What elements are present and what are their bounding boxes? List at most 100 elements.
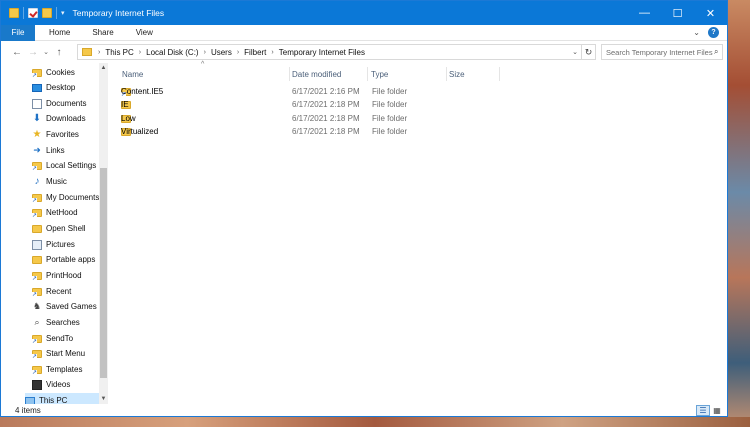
sidebar-item-label: This PC <box>39 396 68 404</box>
sidebar-item-label: Templates <box>46 365 83 374</box>
table-row[interactable]: Low 6/17/2021 2:18 PM File folder <box>121 112 461 125</box>
breadcrumb-current-folder[interactable]: Temporary Internet Files <box>279 48 365 57</box>
shortcut-folder-icon <box>32 271 42 282</box>
column-divider[interactable] <box>289 67 290 81</box>
sidebar-item-portable-apps[interactable]: Portable apps <box>32 252 100 267</box>
sidebar-scroll-thumb[interactable] <box>100 168 107 378</box>
window-title: Temporary Internet Files <box>72 8 165 18</box>
expand-ribbon-icon[interactable]: ⌄ <box>693 28 700 37</box>
search-icon[interactable]: ⌕ <box>714 47 718 57</box>
sidebar-item-music[interactable]: ♪ Music <box>32 174 100 189</box>
sidebar-item-favorites[interactable]: ★ Favorites <box>32 127 100 142</box>
file-date: 6/17/2021 2:16 PM <box>292 87 360 96</box>
tab-share[interactable]: Share <box>81 25 124 41</box>
table-row[interactable]: Virtualized 6/17/2021 2:18 PM File folde… <box>121 125 461 138</box>
breadcrumb-this-pc[interactable]: This PC <box>105 48 133 57</box>
new-folder-icon[interactable] <box>42 8 52 18</box>
desktop-icon <box>32 83 42 92</box>
details-view-icon[interactable]: ☰ <box>696 405 710 416</box>
sidebar-item-open-shell[interactable]: Open Shell <box>32 221 100 236</box>
qa-separator <box>56 7 57 19</box>
search-box[interactable]: ⌕ <box>601 44 723 60</box>
column-header-date[interactable]: Date modified <box>292 67 341 81</box>
scroll-up-icon[interactable]: ▲ <box>99 63 108 73</box>
column-divider[interactable] <box>446 67 447 81</box>
folder-icon <box>9 8 19 18</box>
sidebar-item-cookies[interactable]: Cookies <box>32 65 100 80</box>
address-folder-icon <box>82 48 92 56</box>
breadcrumb-users[interactable]: Users <box>211 48 232 57</box>
chevron-right-icon[interactable]: › <box>98 49 100 56</box>
sidebar-item-my-documents[interactable]: My Documents <box>32 190 100 205</box>
sidebar-item-desktop[interactable]: Desktop <box>32 80 100 95</box>
sidebar-item-label: Documents <box>46 99 87 108</box>
minimize-button[interactable]: — <box>628 1 661 25</box>
column-header-type[interactable]: Type <box>371 67 388 81</box>
table-row[interactable]: IE 6/17/2021 2:18 PM File folder <box>121 98 461 111</box>
help-icon[interactable]: ? <box>708 27 719 38</box>
sidebar-item-links[interactable]: ➜ Links <box>32 143 100 158</box>
tab-file[interactable]: File <box>1 24 35 41</box>
search-icon: ⌕ <box>34 317 40 327</box>
address-dropdown-icon[interactable]: ⌄ <box>572 48 578 56</box>
desktop-background-bottom <box>0 417 750 427</box>
breadcrumb-local-disk[interactable]: Local Disk (C:) <box>146 48 198 57</box>
shortcut-folder-icon <box>32 287 42 298</box>
refresh-icon[interactable]: ↻ <box>582 44 596 60</box>
sidebar-item-nethood[interactable]: NetHood <box>32 205 100 220</box>
sidebar-item-printhood[interactable]: PrintHood <box>32 268 100 283</box>
breadcrumb-filbert[interactable]: Filbert <box>244 48 266 57</box>
large-icons-view-icon[interactable]: ▦ <box>710 405 724 416</box>
sidebar-item-label: NetHood <box>46 208 78 217</box>
chevron-right-icon[interactable]: › <box>204 49 206 56</box>
close-button[interactable]: ✕ <box>694 1 727 25</box>
recent-locations-chevron-icon[interactable]: ⌄ <box>41 43 51 61</box>
title-bar: ▾ Temporary Internet Files — ☐ ✕ <box>1 1 727 25</box>
customize-toolbar-icon[interactable]: ▾ <box>61 9 65 17</box>
file-name: Content.IE5 <box>121 87 164 96</box>
sidebar-item-downloads[interactable]: ⬇ Downloads <box>32 111 100 126</box>
sidebar-item-label: PrintHood <box>46 271 82 280</box>
forward-arrow-icon[interactable]: → <box>25 43 41 61</box>
search-input[interactable] <box>606 47 714 57</box>
column-divider[interactable] <box>499 67 500 81</box>
chevron-right-icon[interactable]: › <box>237 49 239 56</box>
table-row[interactable]: Content.IE5 6/17/2021 2:16 PM File folde… <box>121 85 461 98</box>
shortcut-folder-icon <box>32 68 42 79</box>
sidebar-item-recent[interactable]: Recent <box>32 284 100 299</box>
chevron-right-icon[interactable]: › <box>271 49 273 56</box>
sidebar-item-label: SendTo <box>46 334 74 343</box>
column-header-name[interactable]: Name <box>122 67 143 81</box>
properties-icon[interactable] <box>28 8 38 18</box>
sidebar-item-label: Cookies <box>46 68 75 77</box>
sidebar-item-sendto[interactable]: SendTo <box>32 331 100 346</box>
sidebar-item-local-settings[interactable]: Local Settings <box>32 158 100 173</box>
sidebar-item-start-menu[interactable]: Start Menu <box>32 346 100 361</box>
scroll-down-icon[interactable]: ▼ <box>99 394 108 404</box>
sidebar-item-searches[interactable]: ⌕ Searches <box>32 315 100 330</box>
column-header-size[interactable]: Size <box>449 67 465 81</box>
chevron-right-icon[interactable]: › <box>139 49 141 56</box>
sidebar-item-label: Pictures <box>46 240 75 249</box>
address-bar[interactable]: › This PC › Local Disk (C:) › Users › Fi… <box>77 44 582 60</box>
sidebar-item-videos[interactable]: Videos <box>32 377 100 392</box>
tab-home[interactable]: Home <box>38 25 81 41</box>
desktop-background-right <box>728 0 750 427</box>
sidebar-item-pictures[interactable]: Pictures <box>32 237 100 252</box>
sidebar-item-saved-games[interactable]: ♞ Saved Games <box>32 299 100 314</box>
sidebar-item-this-pc[interactable]: This PC <box>25 393 99 404</box>
maximize-button[interactable]: ☐ <box>661 1 694 25</box>
star-icon: ★ <box>32 129 42 140</box>
shortcut-folder-icon <box>32 193 42 204</box>
column-divider[interactable] <box>367 67 368 81</box>
navigation-pane: Cookies Desktop Documents ⬇ Downloads ★ Fa… <box>1 63 108 404</box>
back-arrow-icon[interactable]: ← <box>9 43 25 61</box>
sidebar-item-templates[interactable]: Templates <box>32 362 100 377</box>
up-arrow-icon[interactable]: ↑ <box>51 43 67 61</box>
explorer-window: ▾ Temporary Internet Files — ☐ ✕ File Ho… <box>0 0 728 417</box>
item-count: 4 items <box>15 406 41 415</box>
sidebar-item-label: My Documents <box>46 193 100 202</box>
sidebar-item-documents[interactable]: Documents <box>32 96 100 111</box>
sort-ascending-icon: ^ <box>201 61 205 68</box>
tab-view[interactable]: View <box>125 25 164 41</box>
